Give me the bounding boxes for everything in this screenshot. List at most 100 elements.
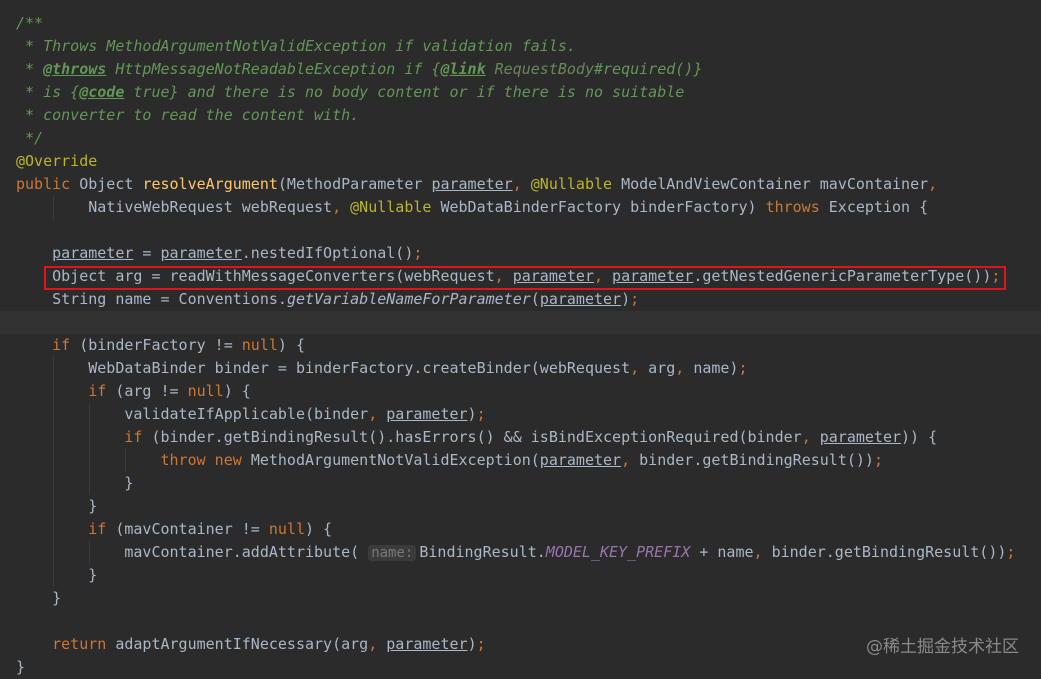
code-token: , (332, 198, 351, 216)
code-token: */ (16, 129, 44, 147)
code-token: * is { (16, 83, 80, 101)
code-token: RequestBody (494, 60, 594, 78)
code-token: parameter (512, 267, 594, 285)
code-token: ; (476, 635, 486, 653)
code-token: ; (630, 290, 640, 308)
code-line[interactable]: * @throws HttpMessageNotReadableExceptio… (0, 58, 1041, 81)
code-token: parameter (52, 244, 134, 262)
code-token: parameter (431, 175, 513, 193)
code-token: parameter (539, 290, 622, 308)
code-token: HttpMessageNotReadableException if { (106, 60, 441, 78)
code-line[interactable]: * is {@code true} and there is no body c… (0, 81, 1041, 104)
code-line[interactable]: if (binder.getBindingResult().hasErrors(… (0, 426, 1041, 449)
code-token: } (16, 497, 98, 515)
code-token: ( (530, 290, 540, 308)
code-text: } (16, 587, 61, 610)
code-token: Object (79, 175, 143, 193)
code-line[interactable]: @Override (0, 150, 1041, 173)
code-token: ) { (305, 520, 333, 538)
code-line[interactable]: mavContainer.addAttribute( name: BindingR… (0, 541, 1041, 564)
code-token: )) { (901, 428, 938, 446)
code-line[interactable]: WebDataBinder binder = binderFactory.cre… (0, 357, 1041, 380)
code-token: parameter (386, 635, 468, 653)
code-text: * is {@code true} and there is no body c… (16, 81, 684, 104)
code-text: WebDataBinder binder = binderFactory.cre… (16, 357, 748, 380)
code-token: (binderFactory != (79, 336, 242, 354)
code-token: , (494, 267, 513, 285)
code-token: } (16, 589, 62, 607)
code-line[interactable]: * Throws MethodArgumentNotValidException… (0, 35, 1041, 58)
code-line[interactable]: public Object resolveArgument(MethodPara… (0, 173, 1041, 196)
code-text: throw new MethodArgumentNotValidExceptio… (16, 449, 883, 472)
code-token: arg (648, 359, 676, 377)
code-token: @code (79, 83, 125, 101)
code-line[interactable]: } (0, 587, 1041, 610)
code-line[interactable]: Object arg = readWithMessageConverters(w… (0, 265, 1041, 288)
code-token: parameter (386, 405, 468, 423)
code-token: , (368, 635, 387, 653)
code-line[interactable]: if (mavContainer != null) { (0, 518, 1041, 541)
code-token: if (88, 520, 116, 538)
code-text: if (arg != null) { (16, 380, 251, 403)
code-text: */ (16, 127, 43, 150)
code-token: MODEL_KEY_PREFIX (545, 543, 691, 561)
code-token: , (928, 175, 938, 193)
code-text: public Object resolveArgument(MethodPara… (16, 173, 937, 196)
code-line[interactable] (0, 311, 1041, 334)
code-text: Object arg = readWithMessageConverters(w… (16, 265, 1000, 288)
code-token: #required()} (593, 60, 703, 78)
code-text: String name = Conventions.getVariableNam… (16, 288, 639, 311)
code-line[interactable]: if (arg != null) { (0, 380, 1041, 403)
code-line[interactable]: } (0, 564, 1041, 587)
code-token: ; (1006, 543, 1016, 561)
code-line[interactable]: throw new MethodArgumentNotValidExceptio… (0, 449, 1041, 472)
code-token: , (675, 359, 694, 377)
code-token: , (621, 451, 640, 469)
code-token: , (630, 359, 649, 377)
code-editor[interactable]: /** * Throws MethodArgumentNotValidExcep… (0, 0, 1041, 676)
code-text: return adaptArgumentIfNecessary(arg, par… (16, 633, 486, 656)
code-line[interactable]: NativeWebRequest webRequest, @Nullable W… (0, 196, 1041, 219)
code-token: throws (765, 198, 829, 216)
code-token: * converter to read the content with. (16, 106, 360, 124)
code-line[interactable] (0, 610, 1041, 633)
code-token: ModelAndViewContainer mavContainer (621, 175, 929, 193)
code-token: ) { (277, 336, 305, 354)
code-token: Object arg = readWithMessageConverters(w… (16, 267, 495, 285)
code-line[interactable]: } (0, 495, 1041, 518)
code-line[interactable] (0, 219, 1041, 242)
code-token: = (133, 244, 161, 262)
code-text: validateIfApplicable(binder, parameter); (16, 403, 486, 426)
code-line[interactable]: /** (0, 12, 1041, 35)
code-text: mavContainer.addAttribute( name: BindingR… (16, 541, 1015, 565)
code-token: String name = Conventions. (16, 290, 287, 308)
code-token: ; (476, 405, 486, 423)
code-line[interactable]: * converter to read the content with. (0, 104, 1041, 127)
code-token: , (753, 543, 772, 561)
code-text: if (mavContainer != null) { (16, 518, 332, 541)
code-token: mavContainer.addAttribute( (16, 543, 369, 561)
code-token: } (16, 474, 134, 492)
code-line[interactable]: } (0, 472, 1041, 495)
code-token: null (241, 336, 278, 354)
code-token: parameter (539, 451, 622, 469)
code-token: ; (738, 359, 748, 377)
code-text: NativeWebRequest webRequest, @Nullable W… (16, 196, 928, 219)
code-token: ) (467, 635, 477, 653)
code-token: @throws (43, 60, 107, 78)
code-token: .nestedIfOptional() (241, 244, 414, 262)
code-token: true} and there is no body content or if… (124, 83, 685, 101)
code-line[interactable]: validateIfApplicable(binder, parameter); (0, 403, 1041, 426)
code-line[interactable]: parameter = parameter.nestedIfOptional()… (0, 242, 1041, 265)
code-line[interactable]: if (binderFactory != null) { (0, 334, 1041, 357)
code-line[interactable]: */ (0, 127, 1041, 150)
code-token: return (52, 635, 116, 653)
code-line[interactable]: String name = Conventions.getVariableNam… (0, 288, 1041, 311)
code-token: parameter (160, 244, 242, 262)
code-text: * converter to read the content with. (16, 104, 359, 127)
